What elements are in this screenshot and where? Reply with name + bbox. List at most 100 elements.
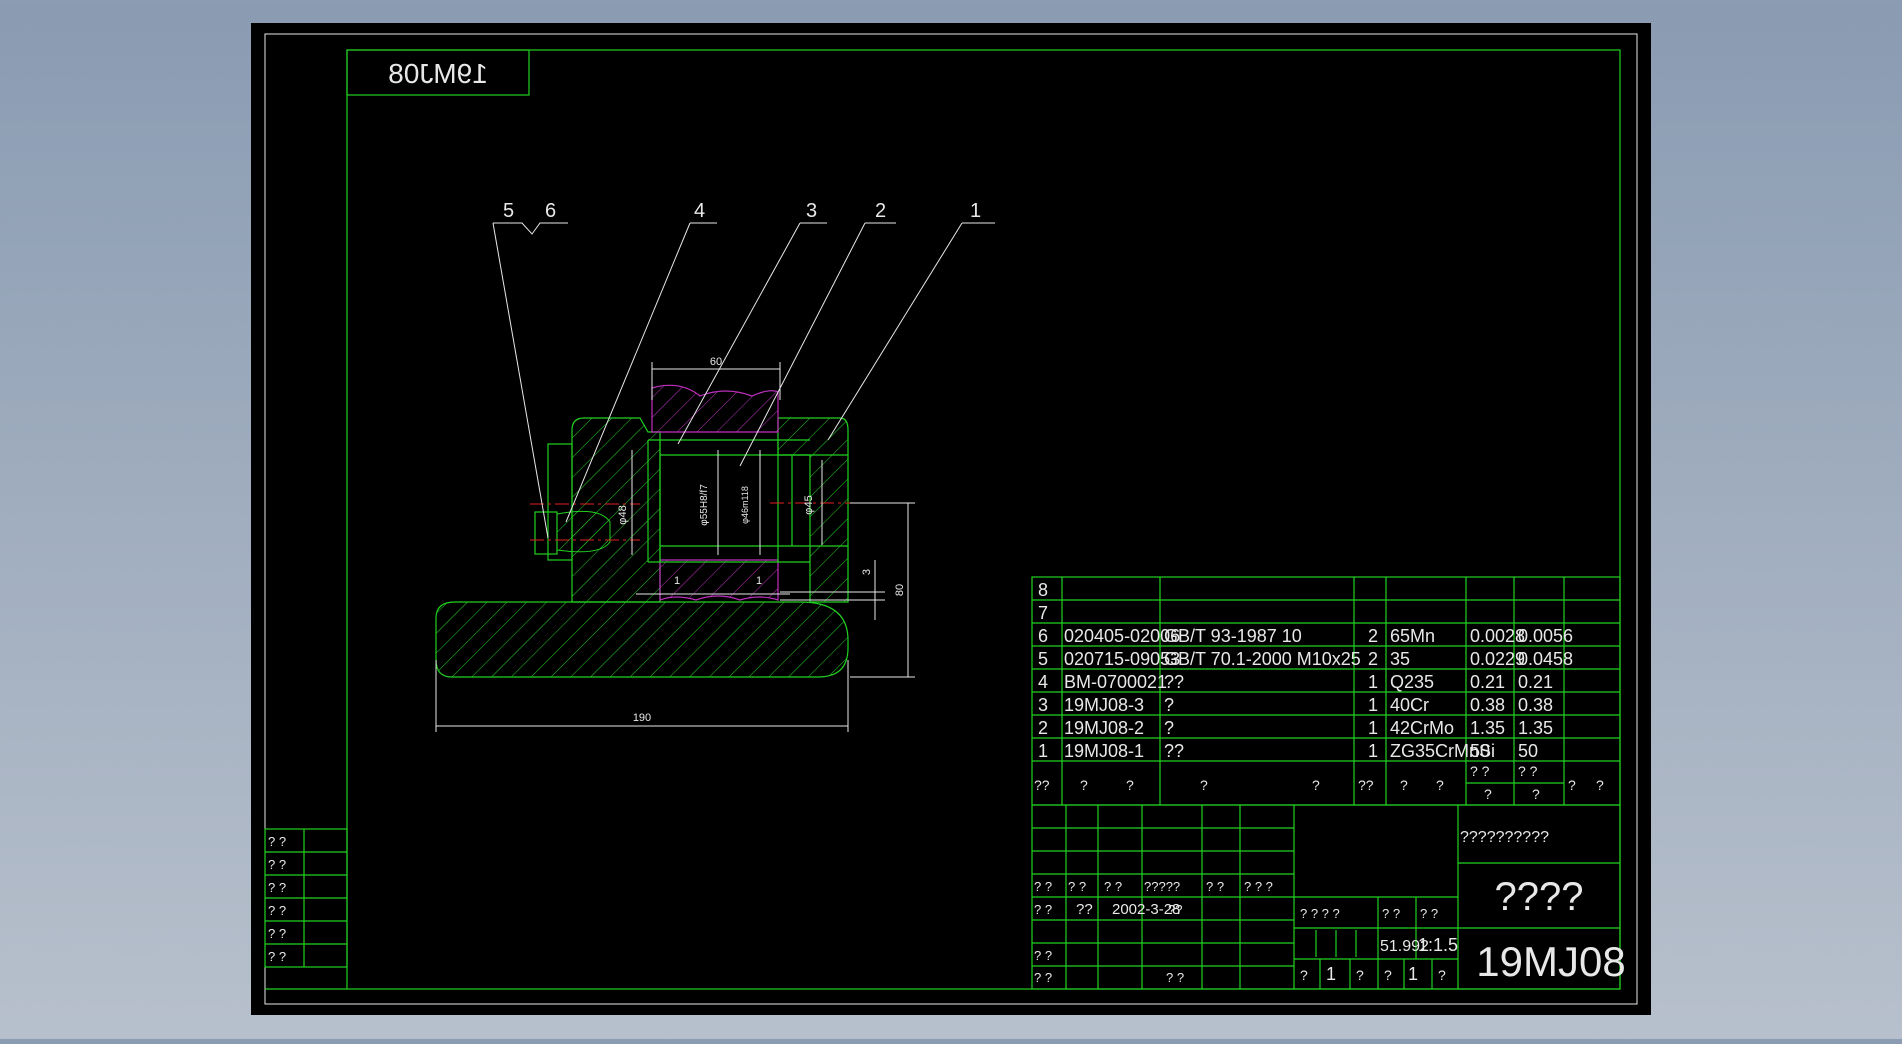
leader-5: 5 [503, 200, 514, 222]
svg-text:?: ? [1080, 777, 1088, 793]
svg-text:? ? ?: ? ? ? [1244, 879, 1273, 894]
svg-text:?: ? [1568, 777, 1576, 793]
svg-text:? ?: ? ? [1104, 879, 1122, 894]
cad-drawing[interactable]: 19MJ08 ? ? ? ? ? ? ? ? ? ? ? ? φ48 φ55H8… [0, 0, 1902, 1039]
svg-text:? ?: ? ? [1034, 970, 1052, 985]
dim-gap2: 1 [756, 575, 762, 587]
bom-cell-no: 6 [1038, 626, 1048, 646]
bom-cell-name: ?? [1164, 741, 1184, 761]
bom-cell-name: GB/T 70.1-2000 M10x25 [1164, 649, 1361, 669]
bom-cell-no: 4 [1038, 672, 1048, 692]
bom-cell-no: 5 [1038, 649, 1048, 669]
bom-cell-w2: 0.38 [1518, 695, 1553, 715]
svg-text:? ?: ? ? [1034, 879, 1052, 894]
svg-text:? ?: ? ? [1382, 906, 1400, 921]
svg-text:? ?: ? ? [268, 926, 286, 941]
bom-cell-w1: 0.38 [1470, 695, 1505, 715]
bom-cell-no: 7 [1038, 603, 1048, 623]
svg-text:? ?: ? ? [1034, 948, 1052, 963]
bom-cell-no: 3 [1038, 695, 1048, 715]
bom-cell-w1: 0.0229 [1470, 649, 1525, 669]
bom-cell-w1: 1.35 [1470, 718, 1505, 738]
svg-text:? ?: ? ? [1034, 902, 1052, 917]
bom-cell-no: 1 [1038, 741, 1048, 761]
svg-text:??: ?? [1076, 901, 1093, 918]
bom-cell-code: 19MJ08-1 [1064, 741, 1144, 761]
bom-cell-w2: 1.35 [1518, 718, 1553, 738]
drawing-sheet [251, 23, 1651, 1015]
leader-1: 1 [970, 200, 981, 222]
bom-cell-code: 19MJ08-3 [1064, 695, 1144, 715]
housing [571, 417, 661, 603]
svg-text:?: ? [1596, 777, 1604, 793]
cad-viewport[interactable]: 19MJ08 ? ? ? ? ? ? ? ? ? ? ? ? φ48 φ55H8… [0, 0, 1902, 1039]
svg-text:? ? ? ?: ? ? ? ? [1300, 906, 1340, 921]
svg-text:? ?: ? ? [268, 857, 286, 872]
svg-text:?: ? [1532, 786, 1540, 802]
bom-cell-code: 19MJ08-2 [1064, 718, 1144, 738]
bom-cell-mat: 42CrMo [1390, 718, 1454, 738]
svg-text:? ?: ? ? [268, 903, 286, 918]
part-name: ???? [1495, 875, 1584, 919]
bom-cell-name: ? [1164, 718, 1174, 738]
svg-text:?: ? [1300, 967, 1308, 983]
bom-cell-mat: Q235 [1390, 672, 1434, 692]
svg-text:?: ? [1126, 777, 1134, 793]
bom-cell-qty: 1 [1368, 695, 1378, 715]
bom-cell-no: 8 [1038, 580, 1048, 600]
bom-cell-mat: 35 [1390, 649, 1410, 669]
dim-d48: φ48 [617, 505, 629, 524]
svg-text:1: 1 [1326, 964, 1336, 984]
svg-text:1: 1 [1408, 964, 1418, 984]
bom-cell-qty: 1 [1368, 741, 1378, 761]
svg-text:? ?: ? ? [1470, 763, 1490, 779]
svg-text:? ?: ? ? [1068, 879, 1086, 894]
leader-4: 4 [694, 200, 705, 222]
bom-cell-w2: 0.0458 [1518, 649, 1573, 669]
bom-cell-code: BM-0700021 [1064, 672, 1167, 692]
svg-text:??: ?? [1168, 902, 1182, 917]
dim-gap1: 1 [674, 575, 680, 587]
svg-text:?: ? [1484, 786, 1492, 802]
dim-top: 60 [710, 356, 722, 368]
base-body [435, 601, 849, 678]
svg-text:? ?: ? ? [1166, 970, 1184, 985]
svg-text:?: ? [1384, 967, 1392, 983]
scale-value: 1:1.5 [1418, 935, 1458, 955]
svg-text:? ?: ? ? [1206, 879, 1224, 894]
dim-d55: φ55H8/f7 [699, 484, 710, 526]
leader-2: 2 [875, 200, 886, 222]
bom-cell-name: ? [1164, 695, 1174, 715]
svg-text:? ?: ? ? [1420, 906, 1438, 921]
bom-cell-mat: 65Mn [1390, 626, 1435, 646]
bom-cell-name: GB/T 93-1987 10 [1164, 626, 1302, 646]
bom-cell-mat: 40Cr [1390, 695, 1429, 715]
drawing-number: 19MJ08 [1476, 938, 1625, 985]
dim-right: 80 [894, 584, 906, 596]
svg-text:? ?: ? ? [268, 949, 286, 964]
bom-cell-w1: 0.21 [1470, 672, 1505, 692]
svg-text:??: ?? [1358, 777, 1374, 793]
svg-text:?: ? [1200, 777, 1208, 793]
bom-cell-no: 2 [1038, 718, 1048, 738]
title-mirrored: 19MJ08 [388, 58, 488, 89]
leader-3: 3 [806, 200, 817, 222]
svg-text:?: ? [1438, 967, 1446, 983]
company-name: ?????????? [1460, 829, 1549, 846]
bom-cell-w1: 0.0028 [1470, 626, 1525, 646]
bom-cell-w2: 0.0056 [1518, 626, 1573, 646]
dim-d45: φ45 [803, 495, 815, 514]
bom-cell-qty: 1 [1368, 718, 1378, 738]
leader-6: 6 [545, 200, 556, 222]
dim-bottom: 190 [633, 712, 651, 724]
dim-d46: φ46m118 [740, 486, 750, 524]
svg-text:? ?: ? ? [268, 880, 286, 895]
svg-text:?: ? [1312, 777, 1320, 793]
bom-cell-name: ?? [1164, 672, 1184, 692]
bom-cell-w2: 0.21 [1518, 672, 1553, 692]
bom-cell-code: 020405-02006 [1064, 626, 1180, 646]
svg-text:??: ?? [1034, 777, 1050, 793]
svg-text:?????: ????? [1144, 879, 1180, 894]
bom-cell-qty: 1 [1368, 672, 1378, 692]
svg-text:? ?: ? ? [1518, 763, 1538, 779]
